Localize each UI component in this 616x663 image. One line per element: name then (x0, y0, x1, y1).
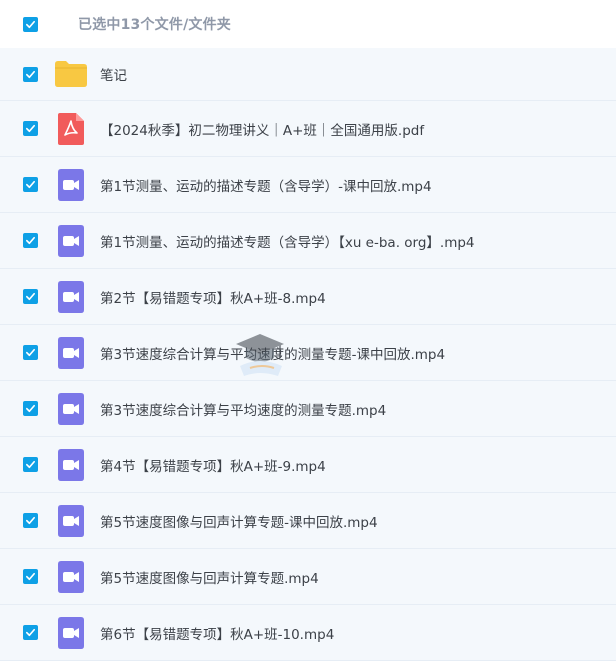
file-row[interactable]: 第4节【易错题专项】秋A+班-9.mp4 (0, 437, 616, 493)
file-row[interactable]: 第5节速度图像与回声计算专题-课中回放.mp4 (0, 493, 616, 549)
file-name[interactable]: 第2节【易错题专项】秋A+班-8.mp4 (100, 287, 326, 307)
file-checkbox[interactable] (23, 345, 38, 360)
checkmark-icon (26, 180, 35, 189)
checkmark-icon (26, 516, 35, 525)
file-name[interactable]: 笔记 (100, 64, 127, 84)
video-icon (54, 168, 88, 202)
select-all-checkbox[interactable] (23, 16, 38, 32)
file-row[interactable]: 第1节测量、运动的描述专题（含导学）-课中回放.mp4 (0, 157, 616, 213)
checkmark-icon (26, 292, 35, 301)
checkmark-icon (26, 70, 35, 78)
file-name[interactable]: 第1节测量、运动的描述专题（含导学）-课中回放.mp4 (100, 175, 432, 195)
checkmark-icon (26, 124, 35, 133)
video-icon (54, 224, 88, 258)
folder-icon (54, 57, 88, 91)
file-name[interactable]: 【2024秋季】初二物理讲义｜A+班｜全国通用版.pdf (100, 119, 424, 139)
checkmark-icon (26, 348, 35, 357)
file-checkbox[interactable] (23, 233, 38, 248)
checkmark-icon (26, 572, 35, 581)
file-name[interactable]: 第5节速度图像与回声计算专题-课中回放.mp4 (100, 511, 378, 531)
file-name[interactable]: 第3节速度综合计算与平均速度的测量专题.mp4 (100, 399, 386, 419)
file-checkbox[interactable] (23, 457, 38, 472)
file-row[interactable]: 第3节速度综合计算与平均速度的测量专题.mp4 (0, 381, 616, 437)
file-row[interactable]: 笔记 (0, 48, 616, 101)
checkmark-icon (26, 236, 35, 245)
file-name[interactable]: 第4节【易错题专项】秋A+班-9.mp4 (100, 455, 326, 475)
file-name[interactable]: 第6节【易错题专项】秋A+班-10.mp4 (100, 623, 334, 643)
video-icon (54, 392, 88, 426)
file-row[interactable]: 第5节速度图像与回声计算专题.mp4 (0, 549, 616, 605)
file-checkbox[interactable] (23, 66, 38, 82)
file-checkbox[interactable] (23, 289, 38, 304)
checkmark-icon (26, 20, 35, 28)
selection-count-label: 已选中13个文件/文件夹 (78, 17, 231, 33)
file-checkbox[interactable] (23, 569, 38, 584)
file-name[interactable]: 第5节速度图像与回声计算专题.mp4 (100, 567, 319, 587)
checkmark-icon (26, 628, 35, 637)
video-icon (54, 504, 88, 538)
video-icon (54, 336, 88, 370)
selection-header: 已选中13个文件/文件夹 (0, 0, 616, 48)
file-row[interactable]: 【2024秋季】初二物理讲义｜A+班｜全国通用版.pdf (0, 101, 616, 157)
file-list: 笔记【2024秋季】初二物理讲义｜A+班｜全国通用版.pdf 第1节测量、运动的描… (0, 48, 616, 661)
pdf-icon (54, 112, 88, 146)
video-icon (54, 616, 88, 650)
file-row[interactable]: 第6节【易错题专项】秋A+班-10.mp4 (0, 605, 616, 661)
video-icon (54, 448, 88, 482)
file-checkbox[interactable] (23, 513, 38, 528)
file-checkbox[interactable] (23, 177, 38, 192)
file-name[interactable]: 第1节测量、运动的描述专题（含导学）【xu e-ba. org】.mp4 (100, 231, 475, 251)
file-name[interactable]: 第3节速度综合计算与平均速度的测量专题-课中回放.mp4 (100, 343, 445, 363)
video-icon (54, 280, 88, 314)
video-icon (54, 560, 88, 594)
checkmark-icon (26, 460, 35, 469)
file-checkbox[interactable] (23, 401, 38, 416)
file-checkbox[interactable] (23, 121, 38, 136)
file-row[interactable]: 第3节速度综合计算与平均速度的测量专题-课中回放.mp4 (0, 325, 616, 381)
checkmark-icon (26, 404, 35, 413)
file-row[interactable]: 第2节【易错题专项】秋A+班-8.mp4 (0, 269, 616, 325)
file-checkbox[interactable] (23, 625, 38, 640)
file-row[interactable]: 第1节测量、运动的描述专题（含导学）【xu e-ba. org】.mp4 (0, 213, 616, 269)
